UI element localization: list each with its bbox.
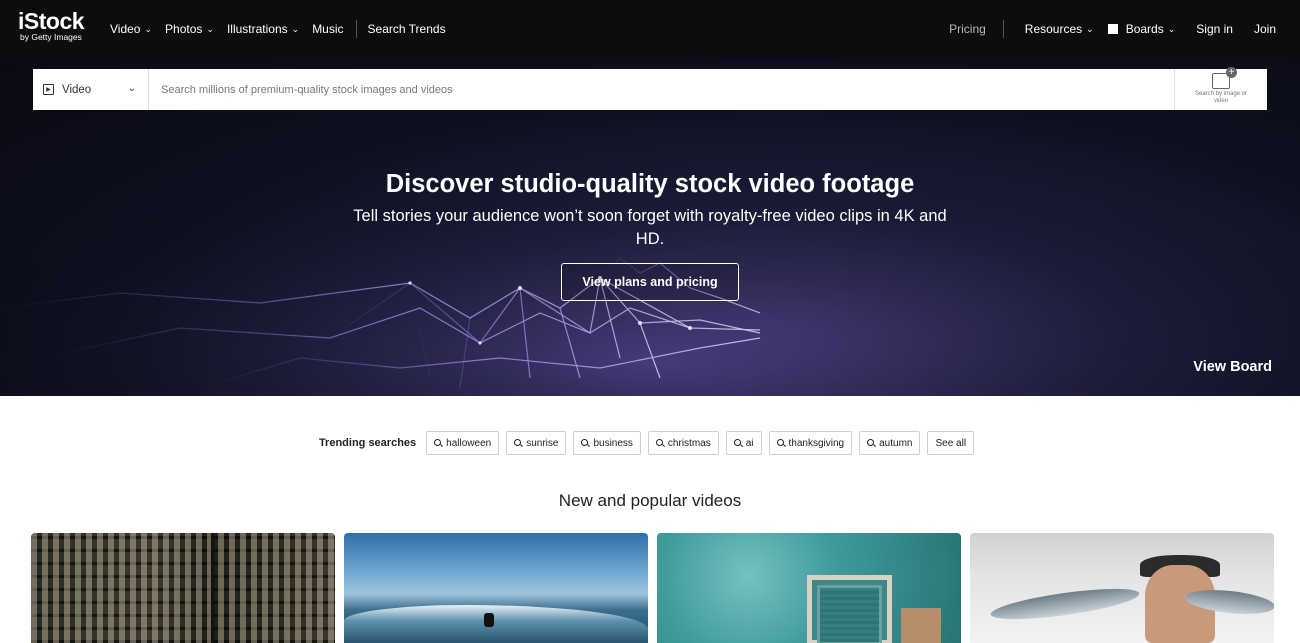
hero-title: Discover studio-quality stock video foot… bbox=[385, 170, 915, 198]
search-input[interactable] bbox=[149, 69, 1174, 110]
video-thumbnail-divider bbox=[211, 533, 214, 643]
nav-photos-label: Photos bbox=[165, 22, 203, 36]
nav-search-trends-label: Search Trends bbox=[367, 22, 446, 36]
visual-search-button[interactable]: Search by image or video bbox=[1174, 67, 1267, 110]
search-icon bbox=[776, 438, 784, 446]
chip-label: ai bbox=[745, 437, 754, 449]
primary-nav: Video ⌄ Photos ⌄ Illustrations ⌄ Music S… bbox=[110, 0, 459, 58]
video-thumbnail-detail bbox=[817, 585, 882, 643]
nav-pricing[interactable]: Pricing bbox=[949, 22, 986, 36]
search-bar: ▶ Video ⌄ Search by image or video bbox=[33, 67, 1267, 110]
nav-resources[interactable]: Resources ⌄ bbox=[1025, 22, 1094, 36]
search-icon bbox=[514, 438, 522, 446]
nav-music-label: Music bbox=[312, 22, 344, 36]
video-thumbnail-detail bbox=[989, 582, 1141, 626]
nav-music[interactable]: Music bbox=[312, 22, 343, 36]
video-thumbnail-figure bbox=[484, 613, 494, 627]
hero-banner: ▶ Video ⌄ Search by image or video Disco… bbox=[0, 58, 1300, 396]
nav-illustrations-label: Illustrations bbox=[226, 22, 288, 36]
section-title: New and popular videos bbox=[558, 491, 742, 510]
view-board-link[interactable]: View Board bbox=[1193, 359, 1272, 375]
trending-label: Trending searches bbox=[318, 437, 417, 449]
nav-sign-in[interactable]: Sign in bbox=[1196, 22, 1233, 36]
video-thumbnail bbox=[31, 533, 335, 643]
chevron-down-icon: ⌄ bbox=[144, 23, 153, 34]
chip-label: autumn bbox=[879, 437, 913, 449]
view-plans-button[interactable]: View plans and pricing bbox=[561, 263, 739, 301]
chip-label: christmas bbox=[667, 437, 711, 449]
nav-divider bbox=[1002, 20, 1004, 38]
nav-boards-label: Boards bbox=[1125, 22, 1164, 36]
see-all-button[interactable]: See all bbox=[927, 431, 975, 455]
trending-chip[interactable]: christmas bbox=[647, 431, 719, 455]
image-search-icon bbox=[1212, 67, 1237, 89]
video-grid bbox=[31, 533, 1283, 643]
nav-divider bbox=[355, 20, 357, 38]
chip-label: halloween bbox=[446, 437, 492, 449]
search-icon bbox=[655, 438, 663, 446]
search-icon bbox=[581, 438, 589, 446]
trending-chip[interactable]: thanksgiving bbox=[768, 431, 853, 455]
nav-video[interactable]: Video ⌄ bbox=[110, 22, 152, 36]
visual-search-label: Search by image or video bbox=[1194, 91, 1248, 104]
chevron-down-icon: ⌄ bbox=[1086, 23, 1094, 34]
nav-boards[interactable]: Boards ⌄ bbox=[1107, 22, 1176, 36]
boards-icon bbox=[1107, 24, 1118, 34]
search-icon bbox=[434, 438, 442, 446]
video-card-pool-aerial[interactable] bbox=[657, 533, 961, 643]
trending-chip[interactable]: sunrise bbox=[506, 431, 567, 455]
search-type-select[interactable]: ▶ Video ⌄ bbox=[33, 69, 149, 110]
istock-logo[interactable]: iStock by Getty Images bbox=[18, 8, 85, 43]
search-icon bbox=[867, 438, 875, 446]
chevron-down-icon: ⌄ bbox=[291, 23, 300, 34]
video-thumbnail bbox=[344, 605, 648, 643]
search-type-label: Video bbox=[62, 83, 92, 96]
nav-search-trends[interactable]: Search Trends bbox=[368, 22, 446, 36]
chip-label: sunrise bbox=[526, 437, 559, 449]
chevron-down-icon: ⌄ bbox=[127, 83, 136, 94]
chevron-down-icon: ⌄ bbox=[1167, 23, 1176, 34]
nav-illustrations[interactable]: Illustrations ⌄ bbox=[227, 22, 299, 36]
trending-chip[interactable]: ai bbox=[725, 431, 762, 455]
trending-searches: Trending searches halloween sunrise busi… bbox=[0, 430, 1300, 456]
chip-label: business bbox=[593, 437, 633, 449]
video-play-icon: ▶ bbox=[43, 84, 54, 95]
nav-video-label: Video bbox=[110, 22, 141, 36]
video-card-surfer[interactable] bbox=[344, 533, 648, 643]
chevron-down-icon: ⌄ bbox=[206, 23, 214, 34]
trending-chip[interactable]: halloween bbox=[426, 431, 500, 455]
trending-chip[interactable]: business bbox=[573, 431, 641, 455]
trending-chip[interactable]: autumn bbox=[859, 431, 921, 455]
video-card-chef-fish[interactable] bbox=[970, 533, 1274, 643]
search-icon bbox=[733, 438, 741, 446]
hero-subtitle: Tell stories your audience won’t soon fo… bbox=[353, 207, 947, 248]
logo-tagline: by Getty Images bbox=[20, 32, 82, 42]
nav-join[interactable]: Join bbox=[1254, 22, 1276, 36]
nav-photos[interactable]: Photos ⌄ bbox=[165, 22, 214, 36]
logo-wordmark: iStock bbox=[18, 8, 85, 34]
video-card-office-building[interactable] bbox=[31, 533, 335, 643]
video-thumbnail-detail bbox=[901, 608, 941, 643]
secondary-nav: Pricing Resources ⌄ Boards ⌄ Sign in Joi… bbox=[928, 0, 1276, 58]
top-navigation: iStock by Getty Images Video ⌄ Photos ⌄ … bbox=[0, 0, 1300, 58]
chip-label: thanksgiving bbox=[788, 437, 845, 449]
nav-resources-label: Resources bbox=[1024, 22, 1083, 36]
